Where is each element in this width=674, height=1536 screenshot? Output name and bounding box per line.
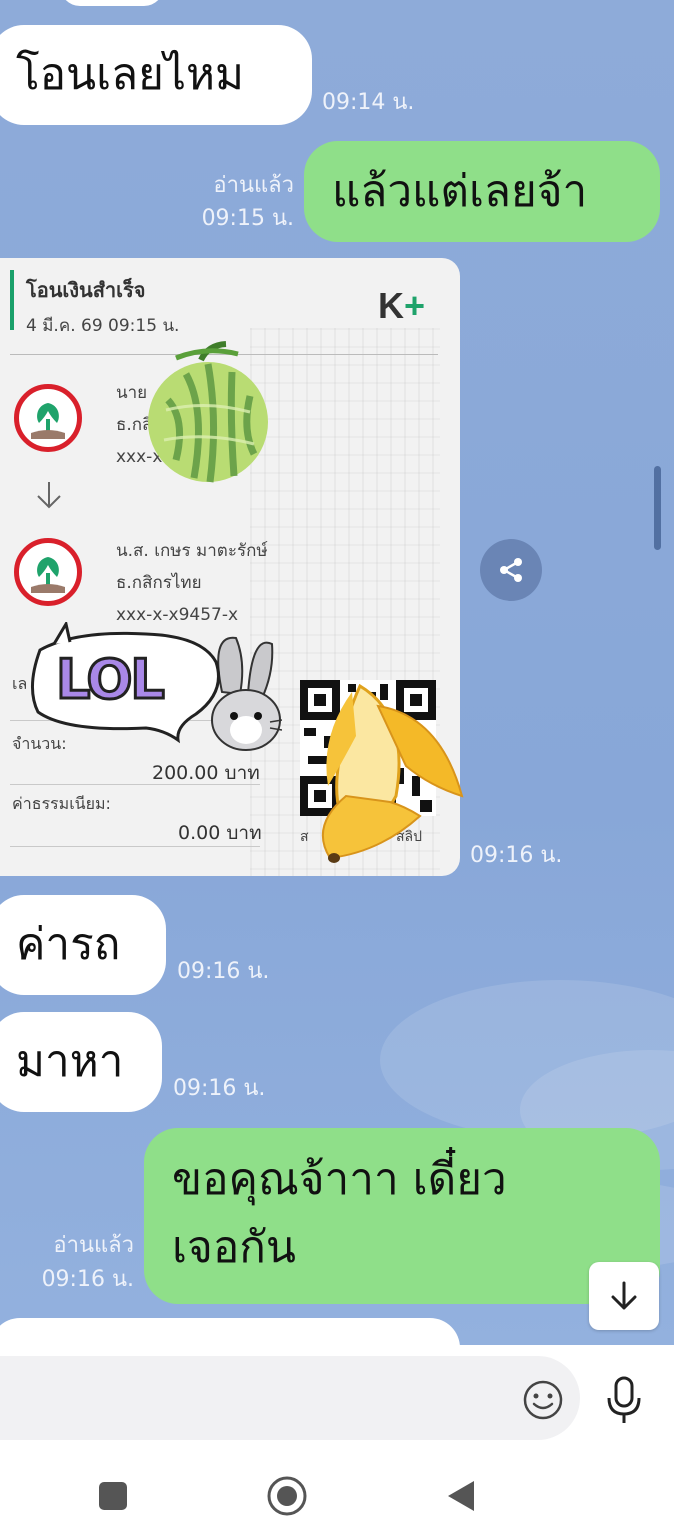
message-bubble-incoming[interactable]: โอนเลยไหม bbox=[0, 25, 312, 125]
slip-title: โอนเงินสำเร็จ bbox=[26, 278, 146, 302]
emoji-icon bbox=[523, 1380, 563, 1420]
message-bubble-incoming[interactable]: ค่ารถ bbox=[0, 895, 166, 995]
message-time: 09:16 น. bbox=[470, 843, 563, 868]
message-bubble-incoming[interactable]: มาหา bbox=[0, 1012, 162, 1112]
message-text: ค่ารถ bbox=[16, 919, 121, 970]
arrow-down-icon bbox=[37, 482, 61, 509]
read-receipt: อ่านแล้ว bbox=[213, 173, 294, 198]
lol-text: LOL bbox=[55, 648, 167, 711]
kplus-logo: K+ bbox=[378, 285, 426, 326]
arrow-down-icon bbox=[611, 1281, 637, 1310]
fee-value: 0.00 บาท bbox=[178, 822, 262, 844]
read-receipt: อ่านแล้ว bbox=[53, 1233, 134, 1258]
banana-sticker bbox=[300, 676, 470, 876]
message-time: 09:16 น. bbox=[177, 959, 270, 984]
message-input[interactable] bbox=[0, 1356, 580, 1440]
partial-message-top[interactable] bbox=[60, 0, 164, 6]
sender-name: นาย bbox=[116, 383, 148, 403]
back-button[interactable] bbox=[446, 1479, 476, 1517]
message-time: 09:16 น. bbox=[173, 1076, 266, 1101]
slip-rule bbox=[10, 846, 260, 847]
scroll-to-bottom-button[interactable] bbox=[589, 1262, 659, 1330]
scrollbar-thumb[interactable] bbox=[654, 466, 661, 550]
lol-rabbit-sticker: LOL bbox=[26, 620, 283, 762]
mic-icon bbox=[607, 1376, 641, 1423]
slip-accent-bar bbox=[10, 270, 14, 330]
message-time: 09:15 น. bbox=[201, 206, 294, 231]
kbank-logo-receiver bbox=[14, 538, 82, 606]
mic-button[interactable] bbox=[602, 1374, 646, 1430]
recent-apps-button[interactable] bbox=[98, 1481, 128, 1515]
slip-date: 4 มี.ค. 69 09:15 น. bbox=[26, 316, 180, 336]
square-icon bbox=[99, 1482, 127, 1510]
message-text-line1: ขอคุณจ้าาา เดี๋ยว bbox=[172, 1154, 507, 1205]
circle-icon bbox=[267, 1476, 307, 1516]
kbank-leaf-icon bbox=[31, 557, 65, 593]
message-bubble-outgoing[interactable]: ขอคุณจ้าาา เดี๋ยว เจอกัน bbox=[144, 1128, 660, 1304]
message-text: แล้วแต่เลยจ้า bbox=[332, 165, 588, 217]
message-text-line2: เจอกัน bbox=[172, 1222, 296, 1273]
slip-rule bbox=[10, 784, 260, 785]
fee-label: ค่าธรรมเนียม: bbox=[12, 794, 111, 813]
receiver-name: น.ส. เกษร มาตะรักษ์ bbox=[116, 541, 268, 561]
message-time: 09:16 น. bbox=[41, 1267, 134, 1292]
share-icon bbox=[500, 558, 522, 582]
kbank-leaf-icon bbox=[31, 403, 65, 439]
reference-label: เล bbox=[12, 674, 28, 693]
message-text: มาหา bbox=[16, 1036, 124, 1087]
home-button[interactable] bbox=[266, 1475, 308, 1521]
message-text: โอนเลยไหม bbox=[16, 49, 245, 100]
message-bubble-outgoing[interactable]: แล้วแต่เลยจ้า bbox=[304, 141, 660, 242]
message-time: 09:14 น. bbox=[322, 90, 415, 115]
share-button[interactable] bbox=[480, 539, 542, 601]
receiver-bank: ธ.กสิกรไทย bbox=[116, 573, 202, 593]
melon-sticker bbox=[146, 340, 272, 490]
triangle-back-icon bbox=[448, 1481, 474, 1511]
kbank-logo-sender bbox=[14, 384, 82, 452]
emoji-button[interactable] bbox=[521, 1378, 565, 1426]
